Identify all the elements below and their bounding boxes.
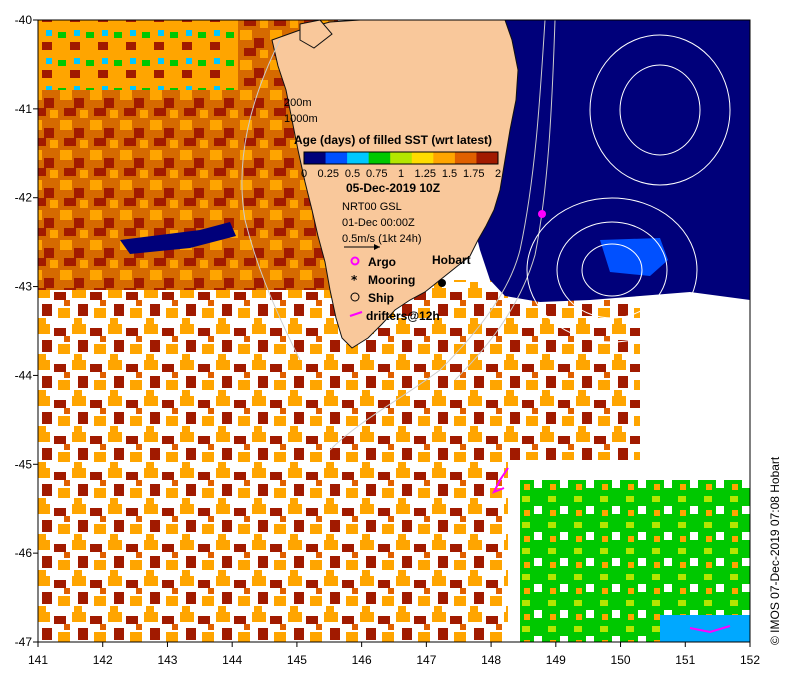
hobart-marker [438,279,446,287]
colorbar-tick-label: 0.25 [318,168,339,180]
longitude-axis: 141 142 143 144 145 146 147 148 149 150 151 152 [28,642,760,667]
colorbar-segment [368,152,391,164]
map-date: 05-Dec-2019 10Z [346,181,440,195]
colorbar-title: Age (days) of filled SST (wrt latest) [294,133,492,147]
colorbar-tick-label: 1.25 [415,168,436,180]
sst-field-south-central [440,300,640,460]
mooring-symbol-icon: * [351,273,358,287]
lon-tick-label: 142 [93,653,113,667]
lon-tick-label: 147 [416,653,436,667]
lon-tick-label: 152 [740,653,760,667]
lon-tick-label: 146 [352,653,372,667]
lat-tick-label: -42 [15,191,33,205]
lon-tick-label: 151 [675,653,695,667]
colorbar-segment [411,152,434,164]
lat-tick-label: -46 [15,546,33,560]
depth-label-200m: 200m [284,97,312,109]
colorbar-tick-label: 0.75 [366,168,387,180]
lat-tick-label: -41 [15,102,33,116]
credit-text: © IMOS 07-Dec-2019 07:08 Hobart [768,456,782,645]
colorbar-tick-label: 2 [495,168,501,180]
lon-tick-label: 150 [611,653,631,667]
colorbar-segment [390,152,413,164]
product-name: NRT00 GSL [342,201,402,213]
colorbar [304,152,499,164]
colorbar-tick-label: 0 [301,168,307,180]
lat-tick-label: -43 [15,280,33,294]
lon-tick-label: 145 [287,653,307,667]
drifters-label: drifters@12h [366,309,440,323]
map-fields [38,20,750,642]
lon-tick-label: 148 [481,653,501,667]
lon-tick-label: 149 [546,653,566,667]
lat-tick-label: -44 [15,368,33,382]
sst-field-southeast-cyan [660,615,750,642]
colorbar-tick-label: 1 [398,168,404,180]
colorbar-tick-label: 1.5 [442,168,457,180]
lat-tick-label: -45 [15,457,33,471]
colorbar-segment [325,152,348,164]
sst-field-northwest-edge [38,20,238,90]
lat-tick-label: -40 [15,13,33,27]
lon-tick-label: 143 [157,653,177,667]
sst-field-southwest [38,280,508,642]
lat-tick-label: -47 [15,635,33,649]
colorbar-segment [347,152,370,164]
colorbar-segment [454,152,477,164]
colorbar-segment [304,152,327,164]
mooring-label: Mooring [368,273,415,287]
argo-float-marker [538,210,546,218]
hobart-label: Hobart [432,253,471,267]
colorbar-tick-labels: 0 0.25 0.5 0.75 1 1.25 1.5 1.75 2 [301,168,501,180]
sst-age-map: 141 142 143 144 145 146 147 148 149 150 151 152 -40… [15,13,761,667]
lon-tick-label: 141 [28,653,48,667]
colorbar-tick-label: 0.5 [345,168,360,180]
argo-label: Argo [368,255,396,269]
current-time: 01-Dec 00:00Z [342,217,415,229]
colorbar-segment [476,152,499,164]
lon-tick-label: 144 [222,653,242,667]
colorbar-tick-label: 1.75 [463,168,484,180]
depth-label-1000m: 1000m [284,113,318,125]
latitude-axis: -40 -41 -42 -43 -44 -45 -46 -47 [15,13,38,649]
ship-label: Ship [368,291,394,305]
colorbar-segment [433,152,456,164]
scale-arrow-label: 0.5m/s (1kt 24h) [342,233,421,245]
